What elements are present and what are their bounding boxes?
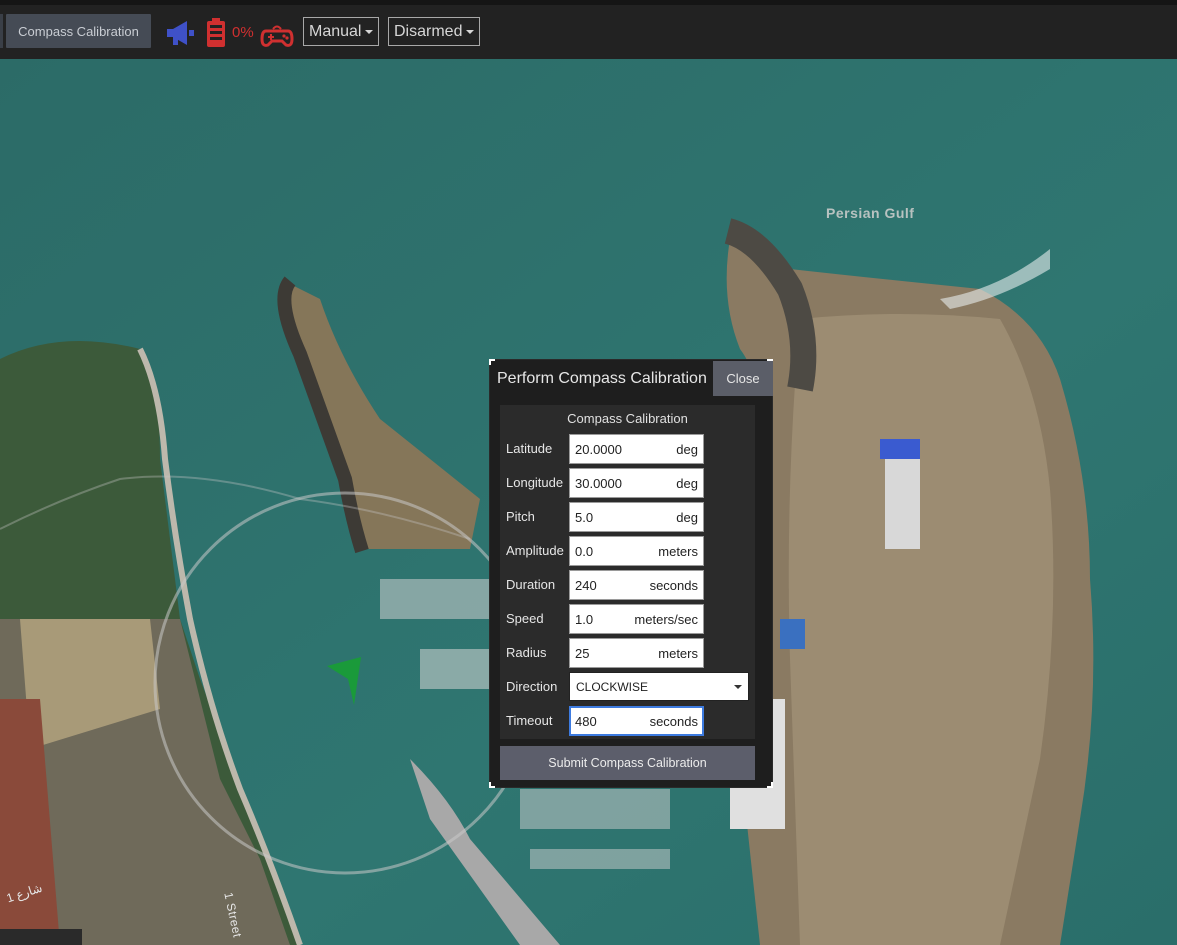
field-value: 0.0 (575, 544, 594, 559)
field-unit: seconds (649, 714, 698, 729)
field-value: CLOCKWISE (576, 680, 649, 694)
timeout-input[interactable]: 480 seconds (569, 706, 704, 736)
field-label: Timeout (506, 713, 553, 728)
resize-handle[interactable] (767, 782, 773, 788)
megaphone-icon[interactable] (163, 18, 197, 48)
gamepad-icon[interactable] (259, 22, 295, 50)
field-label: Duration (506, 577, 556, 592)
amplitude-input[interactable]: 0.0 meters (569, 536, 704, 566)
field-value: 1.0 (575, 612, 594, 627)
field-unit: meters/sec (634, 612, 698, 627)
vehicle-arrow-icon[interactable] (325, 657, 365, 707)
flight-mode-select[interactable]: Manual (303, 17, 379, 46)
chevron-down-icon (734, 685, 742, 689)
sea-label: Persian Gulf (826, 205, 915, 221)
chevron-down-icon (466, 30, 474, 34)
close-button[interactable]: Close (713, 361, 773, 396)
field-unit: deg (676, 510, 698, 525)
radius-row: Radius 25 meters (500, 638, 755, 668)
flight-mode-value: Manual (309, 22, 362, 40)
field-label: Pitch (506, 509, 535, 524)
field-value: 480 (575, 714, 597, 729)
arm-state-value: Disarmed (394, 22, 463, 40)
field-label: Latitude (506, 441, 553, 456)
field-label: Amplitude (506, 543, 564, 558)
field-unit: meters (658, 646, 698, 661)
speed-row: Speed 1.0 meters/sec (500, 604, 755, 634)
toolbar-edge-button[interactable] (0, 14, 3, 48)
field-label: Radius (506, 645, 547, 660)
amplitude-row: Amplitude 0.0 meters (500, 536, 755, 566)
field-label: Direction (506, 679, 558, 694)
form-heading: Compass Calibration (567, 411, 688, 426)
field-value: 25 (575, 646, 590, 661)
direction-row: Direction CLOCKWISE (500, 672, 755, 702)
field-value: 30.0000 (575, 476, 622, 491)
top-toolbar: Compass Calibration 0% Manual Disarmed (0, 0, 1177, 59)
longitude-input[interactable]: 30.0000 deg (569, 468, 704, 498)
longitude-row: Longitude 30.0000 deg (500, 468, 755, 498)
resize-handle[interactable] (489, 782, 495, 788)
timeout-row: Timeout 480 seconds (500, 706, 755, 736)
field-unit: deg (676, 476, 698, 491)
field-unit: deg (676, 442, 698, 457)
pitch-input[interactable]: 5.0 deg (569, 502, 704, 532)
chevron-down-icon (365, 30, 373, 34)
arm-state-select[interactable]: Disarmed (388, 17, 480, 46)
duration-row: Duration 240 seconds (500, 570, 755, 600)
latitude-row: Latitude 20.0000 deg (500, 434, 755, 464)
compass-calibration-button[interactable]: Compass Calibration (6, 14, 151, 48)
dialog-title: Perform Compass Calibration (497, 370, 707, 387)
resize-handle[interactable] (489, 359, 495, 365)
field-value: 240 (575, 578, 597, 593)
field-label: Longitude (506, 475, 564, 490)
field-unit: seconds (649, 578, 698, 593)
pitch-row: Pitch 5.0 deg (500, 502, 755, 532)
duration-input[interactable]: 240 seconds (569, 570, 704, 600)
field-value: 5.0 (575, 510, 594, 525)
field-unit: meters (658, 544, 698, 559)
calibration-form: Compass Calibration Latitude 20.0000 deg… (500, 405, 755, 739)
latitude-input[interactable]: 20.0000 deg (569, 434, 704, 464)
submit-calibration-button[interactable]: Submit Compass Calibration (500, 746, 755, 780)
field-value: 20.0000 (575, 442, 622, 457)
radius-input[interactable]: 25 meters (569, 638, 704, 668)
battery-percent: 0% (232, 24, 254, 41)
speed-input[interactable]: 1.0 meters/sec (569, 604, 704, 634)
battery-icon (205, 17, 227, 49)
field-label: Speed (506, 611, 544, 626)
direction-select[interactable]: CLOCKWISE (569, 672, 749, 701)
compass-calibration-dialog: Perform Compass Calibration Close Compas… (489, 359, 773, 788)
